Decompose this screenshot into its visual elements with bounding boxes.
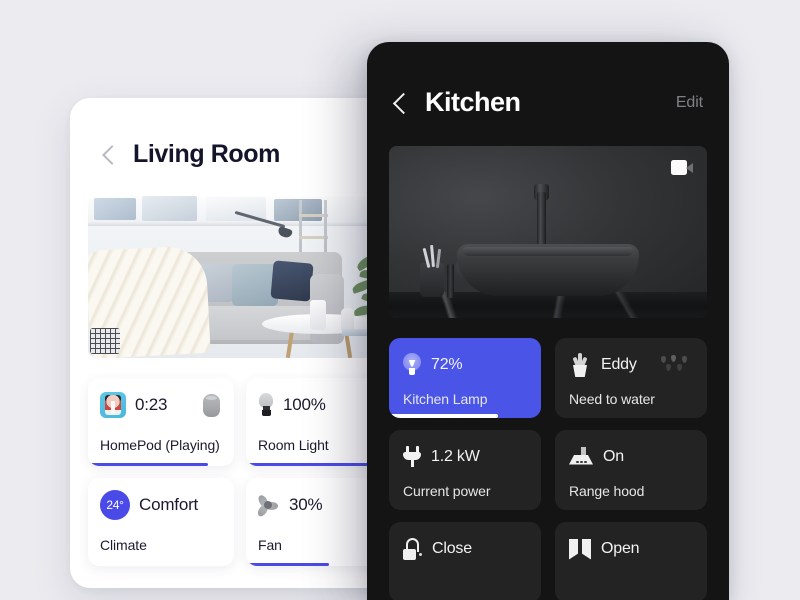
homepod-label: HomePod (Playing): [100, 437, 220, 453]
kitchen-title: Kitchen: [425, 87, 521, 117]
fan-progress-bar: [246, 562, 330, 566]
kitchen-lamp-label: Kitchen Lamp: [403, 391, 488, 407]
room-light-value: 100%: [283, 395, 326, 414]
fan-label: Fan: [258, 537, 282, 553]
device-card-climate[interactable]: 24° Comfort Climate: [88, 478, 234, 566]
card-top-row: Close: [403, 536, 527, 562]
kitchen-panel: Kitchen Edit 72% Kitchen Lamp Eddy Need …: [367, 42, 729, 600]
device-card-kitchen-lamp[interactable]: 72% Kitchen Lamp: [389, 338, 541, 418]
app-canvas: Living Room 0:23 HomePod (Playing) 100% …: [0, 0, 800, 600]
homepod-icon: [203, 393, 220, 417]
fan-value: 30%: [289, 495, 323, 514]
card-top-row: On: [569, 444, 693, 470]
feed-sink-basin: [457, 244, 639, 296]
photo-frame: [142, 196, 197, 221]
card-top-row: 72%: [403, 352, 527, 378]
chevron-left-icon[interactable]: [102, 144, 115, 166]
current-power-label: Current power: [403, 483, 491, 499]
light-bulb-icon: [403, 352, 421, 378]
album-art-icon: [100, 392, 126, 418]
range-hood-icon: [569, 446, 593, 468]
temperature-badge: 24°: [100, 490, 130, 520]
potted-plant-icon: [569, 353, 591, 377]
light-bulb-icon: [258, 393, 274, 417]
living-room-title: Living Room: [133, 140, 280, 168]
homepod-progress-bar: [88, 462, 208, 466]
living-room-photo[interactable]: [88, 196, 380, 358]
range-hood-label: Range hood: [569, 483, 645, 499]
card-top-row: 100%: [258, 390, 380, 420]
photo-vase: [310, 300, 326, 330]
chevron-left-icon[interactable]: [393, 91, 407, 115]
card-top-row: Eddy: [569, 352, 693, 378]
fan-icon: [255, 493, 280, 519]
device-card-plant-eddy[interactable]: Eddy Need to water: [555, 338, 707, 418]
feed-bottle: [447, 264, 454, 298]
plant-status-label: Need to water: [569, 391, 655, 407]
range-hood-value: On: [603, 448, 624, 465]
feed-utensil-holder: [420, 263, 444, 297]
water-drops-icon: [659, 355, 693, 375]
device-card-homepod[interactable]: 0:23 HomePod (Playing): [88, 378, 234, 466]
photo-basket: [90, 328, 120, 354]
curtains-value: Open: [601, 540, 640, 557]
lock-icon: [403, 538, 422, 560]
device-card-range-hood[interactable]: On Range hood: [555, 430, 707, 510]
kitchen-header: Kitchen Edit: [367, 42, 729, 118]
card-top-row: Open: [569, 536, 693, 562]
photo-frame: [94, 198, 136, 220]
device-card-door-lock[interactable]: Close: [389, 522, 541, 600]
homepod-elapsed-time: 0:23: [135, 395, 168, 414]
living-room-header: Living Room: [70, 98, 390, 169]
door-lock-value: Close: [432, 540, 472, 557]
power-plug-icon: [403, 446, 421, 468]
edit-button[interactable]: Edit: [676, 94, 703, 112]
kitchen-lamp-progress-bar: [389, 414, 499, 418]
device-card-current-power[interactable]: 1.2 kW Current power: [389, 430, 541, 510]
climate-mode-value: Comfort: [139, 495, 199, 514]
kitchen-lamp-value: 72%: [431, 356, 463, 373]
curtains-icon: [569, 538, 591, 560]
current-power-value: 1.2 kW: [431, 448, 480, 465]
card-top-row: 1.2 kW: [403, 444, 527, 470]
room-light-label: Room Light: [258, 437, 329, 453]
video-camera-icon[interactable]: [671, 160, 693, 175]
kitchen-device-grid: 72% Kitchen Lamp Eddy Need to water 1.2 …: [389, 338, 707, 600]
plant-name-value: Eddy: [601, 356, 637, 373]
card-top-row: 30%: [255, 490, 380, 520]
living-room-device-grid: 0:23 HomePod (Playing) 100% Room Light 2…: [88, 378, 390, 566]
card-top-row: 0:23: [100, 390, 222, 420]
kitchen-camera-feed[interactable]: [389, 146, 707, 318]
card-top-row: 24° Comfort: [100, 490, 222, 520]
device-card-curtains[interactable]: Open: [555, 522, 707, 600]
climate-label: Climate: [100, 537, 147, 553]
living-room-panel: Living Room 0:23 HomePod (Playing) 100% …: [70, 98, 390, 588]
